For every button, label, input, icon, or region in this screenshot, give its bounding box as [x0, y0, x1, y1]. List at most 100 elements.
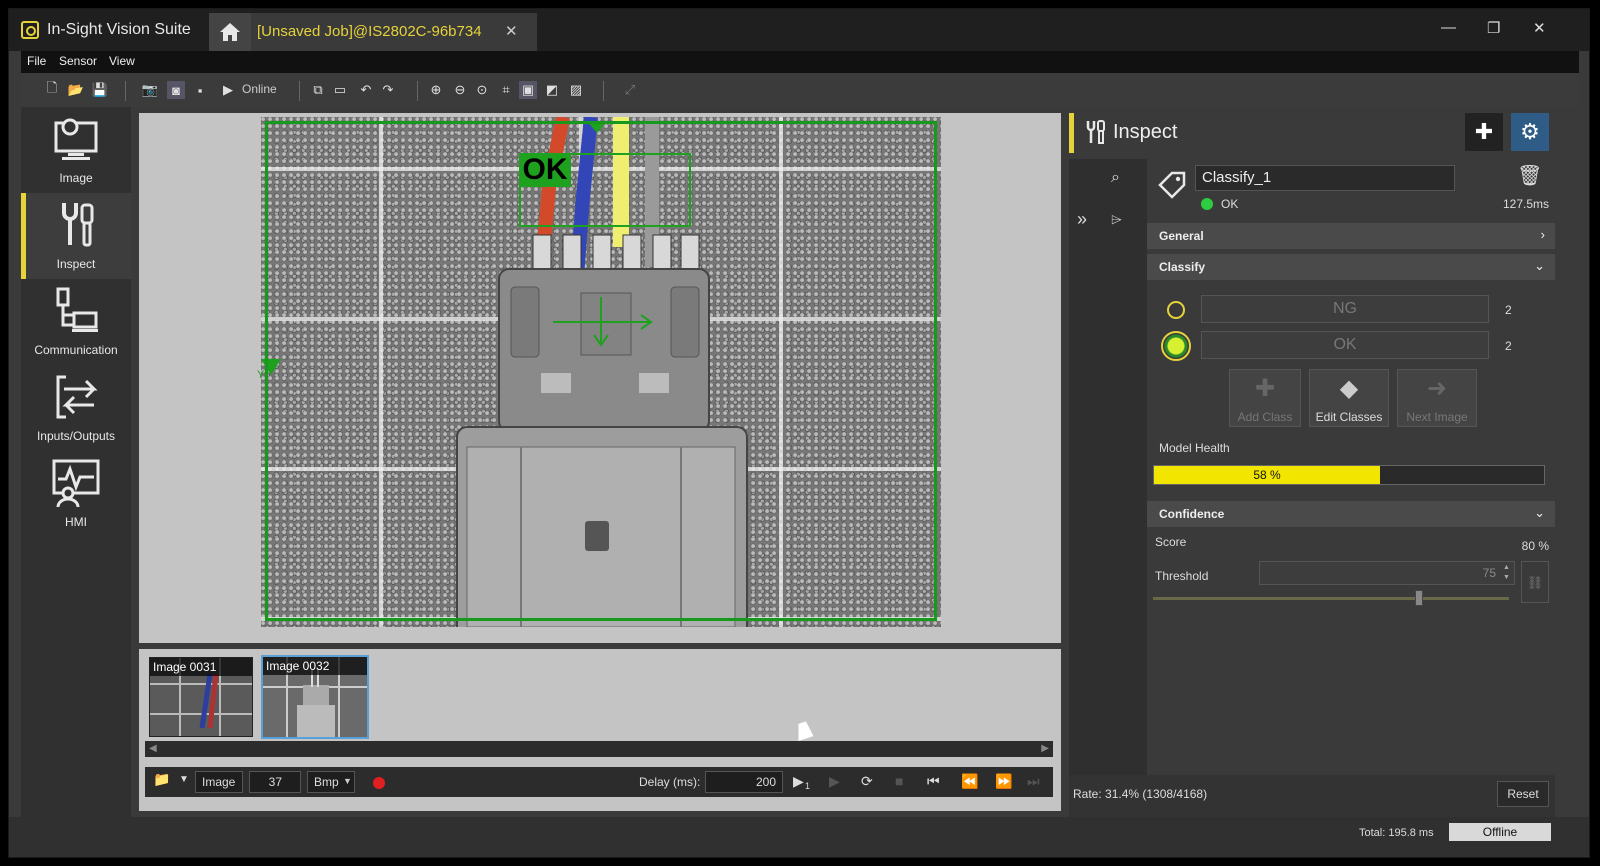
expand-panel-icon[interactable]: » [1077, 209, 1087, 230]
tool-name-field[interactable]: Classify_1 [1195, 165, 1455, 191]
minimize-icon[interactable]: — [1441, 19, 1456, 36]
play-icon[interactable]: ▶ [829, 773, 840, 790]
inspect-title: Inspect [1113, 121, 1178, 143]
tools-icon [62, 203, 94, 247]
edit-classes-button[interactable]: ◆ Edit Classes [1309, 369, 1389, 427]
home-tab[interactable] [209, 13, 251, 51]
next-image-button[interactable]: ➜ Next Image [1397, 369, 1477, 427]
snapshot-camera-icon[interactable]: 📷 [141, 81, 159, 99]
app-logo-icon [21, 21, 39, 39]
section-classify[interactable]: Classify ⌄ [1147, 254, 1555, 280]
class-ok-button[interactable]: OK [1201, 331, 1489, 359]
threshold-input[interactable]: 75 [1259, 561, 1515, 585]
inspect-accent-bar [1069, 113, 1074, 153]
record-icon[interactable] [373, 777, 385, 789]
window-close-icon[interactable]: ✕ [1533, 19, 1546, 37]
video-icon[interactable]: ▪ [191, 81, 209, 99]
zoom-100-icon[interactable]: ⊙ [473, 81, 491, 99]
zoom-fit-icon[interactable]: ⌗ [497, 81, 515, 99]
class-ok-radio-selected[interactable] [1161, 331, 1191, 361]
tag-icon [1158, 171, 1186, 199]
threshold-slider-handle[interactable] [1415, 590, 1423, 606]
scroll-right-icon[interactable]: ▶ [1041, 743, 1049, 754]
network-icon [56, 287, 98, 332]
fullscreen-icon[interactable]: ⤢ [621, 81, 639, 99]
menu-view[interactable]: View [109, 54, 135, 68]
delay-input[interactable]: 200 [705, 771, 783, 793]
online-label[interactable]: Online [242, 82, 277, 96]
restore-icon[interactable]: ❐ [1487, 19, 1500, 37]
previous-image-icon[interactable]: ⏪ [961, 773, 978, 790]
model-health-label: Model Health [1159, 441, 1230, 455]
next-image-label: Next Image [1406, 410, 1468, 424]
section-general-title: General [1159, 229, 1204, 243]
threshold-slider[interactable] [1153, 597, 1509, 600]
chevron-right-icon: › [1540, 227, 1545, 242]
zoom-out-icon[interactable]: ⊖ [451, 81, 469, 99]
menu-bar: File Sensor View [21, 51, 1579, 73]
delete-trash-icon[interactable]: 🗑 [1517, 163, 1542, 188]
unlink-icon[interactable]: ⛓ [1521, 561, 1549, 603]
menu-sensor[interactable]: Sensor [59, 54, 97, 68]
reset-button[interactable]: Reset [1497, 781, 1549, 807]
nav-hmi[interactable]: HMI [21, 451, 131, 537]
image-icon[interactable]: ▨ [567, 81, 585, 99]
next-image-icon[interactable]: ⏩ [995, 773, 1012, 790]
toolbar-divider [603, 81, 604, 101]
thumbnail-image-0031[interactable]: Image 0031 [149, 657, 253, 737]
section-general[interactable]: General › [1147, 223, 1555, 249]
stop-icon[interactable]: ■ [895, 773, 903, 789]
last-image-icon[interactable]: ⏭ [1027, 773, 1040, 790]
redo-icon[interactable]: ↷ [379, 81, 397, 99]
new-file-icon[interactable]: 🗋 [43, 80, 61, 99]
graphics-icon[interactable]: ◩ [543, 81, 561, 99]
class-ng-radio[interactable] [1167, 301, 1185, 319]
menu-file[interactable]: File [27, 54, 46, 68]
zoom-in-icon[interactable]: ⊕ [427, 81, 445, 99]
toolbar-divider [299, 81, 300, 101]
threshold-stepper-icon[interactable]: ▲ ▼ [1503, 563, 1510, 583]
add-class-button[interactable]: ✚ Add Class [1229, 369, 1301, 427]
camera-image[interactable]: OK [261, 117, 941, 627]
image-source-field[interactable]: Image [195, 771, 243, 793]
gear-icon: ⚙ [1520, 119, 1540, 144]
add-class-label: Add Class [1237, 410, 1293, 424]
thumbnail-image-0032[interactable]: Image 0032 [261, 655, 369, 739]
first-image-icon[interactable]: ⏮ [927, 773, 940, 790]
nav-image[interactable]: Image [21, 107, 131, 193]
nav-image-label: Image [59, 171, 93, 185]
zoom-fill-icon[interactable]: ▣ [519, 81, 537, 99]
nav-inputs-outputs[interactable]: Inputs/Outputs [21, 365, 131, 451]
settings-button[interactable]: ⚙ [1511, 113, 1549, 151]
paste-icon[interactable]: ▭ [331, 81, 349, 99]
section-confidence[interactable]: Confidence ⌄ [1147, 501, 1555, 527]
nav-communication[interactable]: Communication [21, 279, 131, 365]
job-tab-title: [Unsaved Job]@IS2802C-96b734 [257, 23, 482, 40]
live-camera-icon[interactable]: ◙ [167, 81, 185, 99]
search-tool-icon[interactable]: ⌕ [1111, 169, 1120, 187]
class-ng-button[interactable]: NG [1201, 295, 1489, 323]
y-axis-label: Y [257, 369, 265, 381]
open-folder-icon[interactable]: 📂 [67, 81, 85, 99]
folder-dropdown-icon[interactable]: ▼ [179, 774, 189, 785]
save-icon[interactable]: 💾 [91, 81, 109, 99]
title-bar: In-Sight Vision Suite [Unsaved Job]@IS28… [9, 9, 1589, 51]
online-play-icon[interactable]: ▶ [219, 81, 237, 99]
filmstrip-scrollbar[interactable]: ◀ ▶ [145, 741, 1053, 757]
tool-exec-time: 127.5ms [1502, 197, 1549, 211]
close-tab-icon[interactable]: ✕ [505, 22, 518, 40]
step-play-icon[interactable]: ▶ [793, 773, 804, 790]
job-tab[interactable]: [Unsaved Job]@IS2802C-96b734 ✕ [251, 13, 537, 51]
total-time: Total: 195.8 ms [1359, 827, 1434, 839]
tag-icon[interactable]: ⌲ [1111, 211, 1122, 228]
copy-icon[interactable]: ⧉ [309, 81, 327, 99]
image-index-stepper[interactable]: 37 [249, 771, 301, 793]
add-tool-button[interactable]: ✚ [1465, 113, 1503, 151]
nav-inspect[interactable]: Inspect [21, 193, 131, 279]
folder-icon[interactable]: 📁 [153, 771, 170, 788]
loop-icon[interactable]: ⟳ [861, 773, 873, 790]
online-offline-toggle[interactable]: Offline [1449, 823, 1551, 841]
scroll-left-icon[interactable]: ◀ [149, 743, 157, 754]
undo-icon[interactable]: ↶ [357, 81, 375, 99]
image-display[interactable]: OK Y [139, 113, 1061, 643]
